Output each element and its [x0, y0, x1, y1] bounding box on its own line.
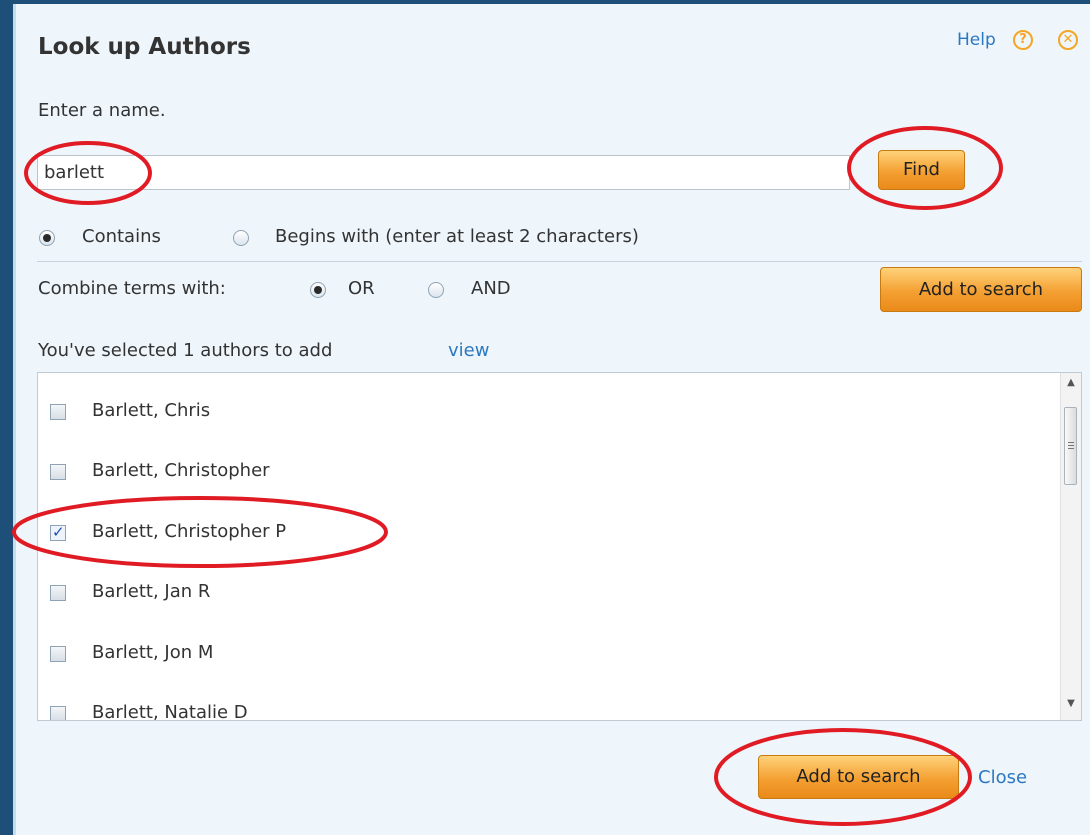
view-selected-link[interactable]: view — [448, 340, 489, 361]
author-checkbox[interactable] — [50, 646, 66, 662]
list-scrollbar[interactable]: ▲ ▼ — [1060, 373, 1081, 720]
selected-count-text: You've selected 1 authors to add — [38, 340, 333, 361]
author-checkbox[interactable] — [50, 706, 66, 720]
author-name-input[interactable] — [37, 155, 850, 190]
author-name: Barlett, Natalie D — [92, 702, 248, 721]
grip-line — [1068, 448, 1074, 449]
window-frame-left — [0, 0, 13, 835]
author-checkbox[interactable] — [50, 585, 66, 601]
dialog-title: Look up Authors — [38, 34, 251, 60]
grip-line — [1068, 442, 1074, 443]
author-list[interactable]: Barlett, Chris Barlett, Christopher Barl… — [37, 372, 1082, 721]
scroll-up-arrow-icon[interactable]: ▲ — [1061, 377, 1081, 395]
contains-label: Contains — [82, 226, 161, 247]
close-link[interactable]: Close — [978, 767, 1027, 788]
begins-with-label: Begins with (enter at least 2 characters… — [275, 226, 639, 247]
author-name: Barlett, Jon M — [92, 642, 214, 663]
window-frame-left-highlight — [13, 4, 16, 835]
question-circle-icon[interactable]: ? — [1013, 30, 1033, 50]
author-name: Barlett, Christopher P — [92, 521, 287, 542]
author-name: Barlett, Jan R — [92, 581, 211, 602]
divider — [37, 261, 1082, 262]
and-label: AND — [471, 278, 511, 299]
window-frame-top — [0, 0, 1090, 4]
close-circle-icon[interactable]: ✕ — [1058, 30, 1078, 50]
add-to-search-button-bottom[interactable]: Add to search — [758, 755, 959, 799]
name-prompt: Enter a name. — [38, 100, 166, 121]
author-checkbox[interactable] — [50, 404, 66, 420]
author-name: Barlett, Chris — [92, 400, 211, 421]
author-checkbox[interactable] — [50, 464, 66, 480]
and-radio[interactable] — [428, 282, 444, 298]
scroll-thumb[interactable] — [1064, 407, 1077, 485]
author-name: Barlett, Christopher — [92, 460, 270, 481]
grip-line — [1068, 445, 1074, 446]
combine-terms-label: Combine terms with: — [38, 278, 226, 299]
add-to-search-button-top[interactable]: Add to search — [880, 267, 1082, 312]
author-checkbox-checked[interactable] — [50, 523, 66, 541]
find-button[interactable]: Find — [878, 150, 965, 190]
or-radio[interactable] — [310, 282, 326, 298]
or-label: OR — [348, 278, 375, 299]
scroll-down-arrow-icon[interactable]: ▼ — [1061, 698, 1081, 716]
help-link[interactable]: Help — [957, 30, 996, 50]
contains-radio[interactable] — [39, 230, 55, 246]
begins-with-radio[interactable] — [233, 230, 249, 246]
